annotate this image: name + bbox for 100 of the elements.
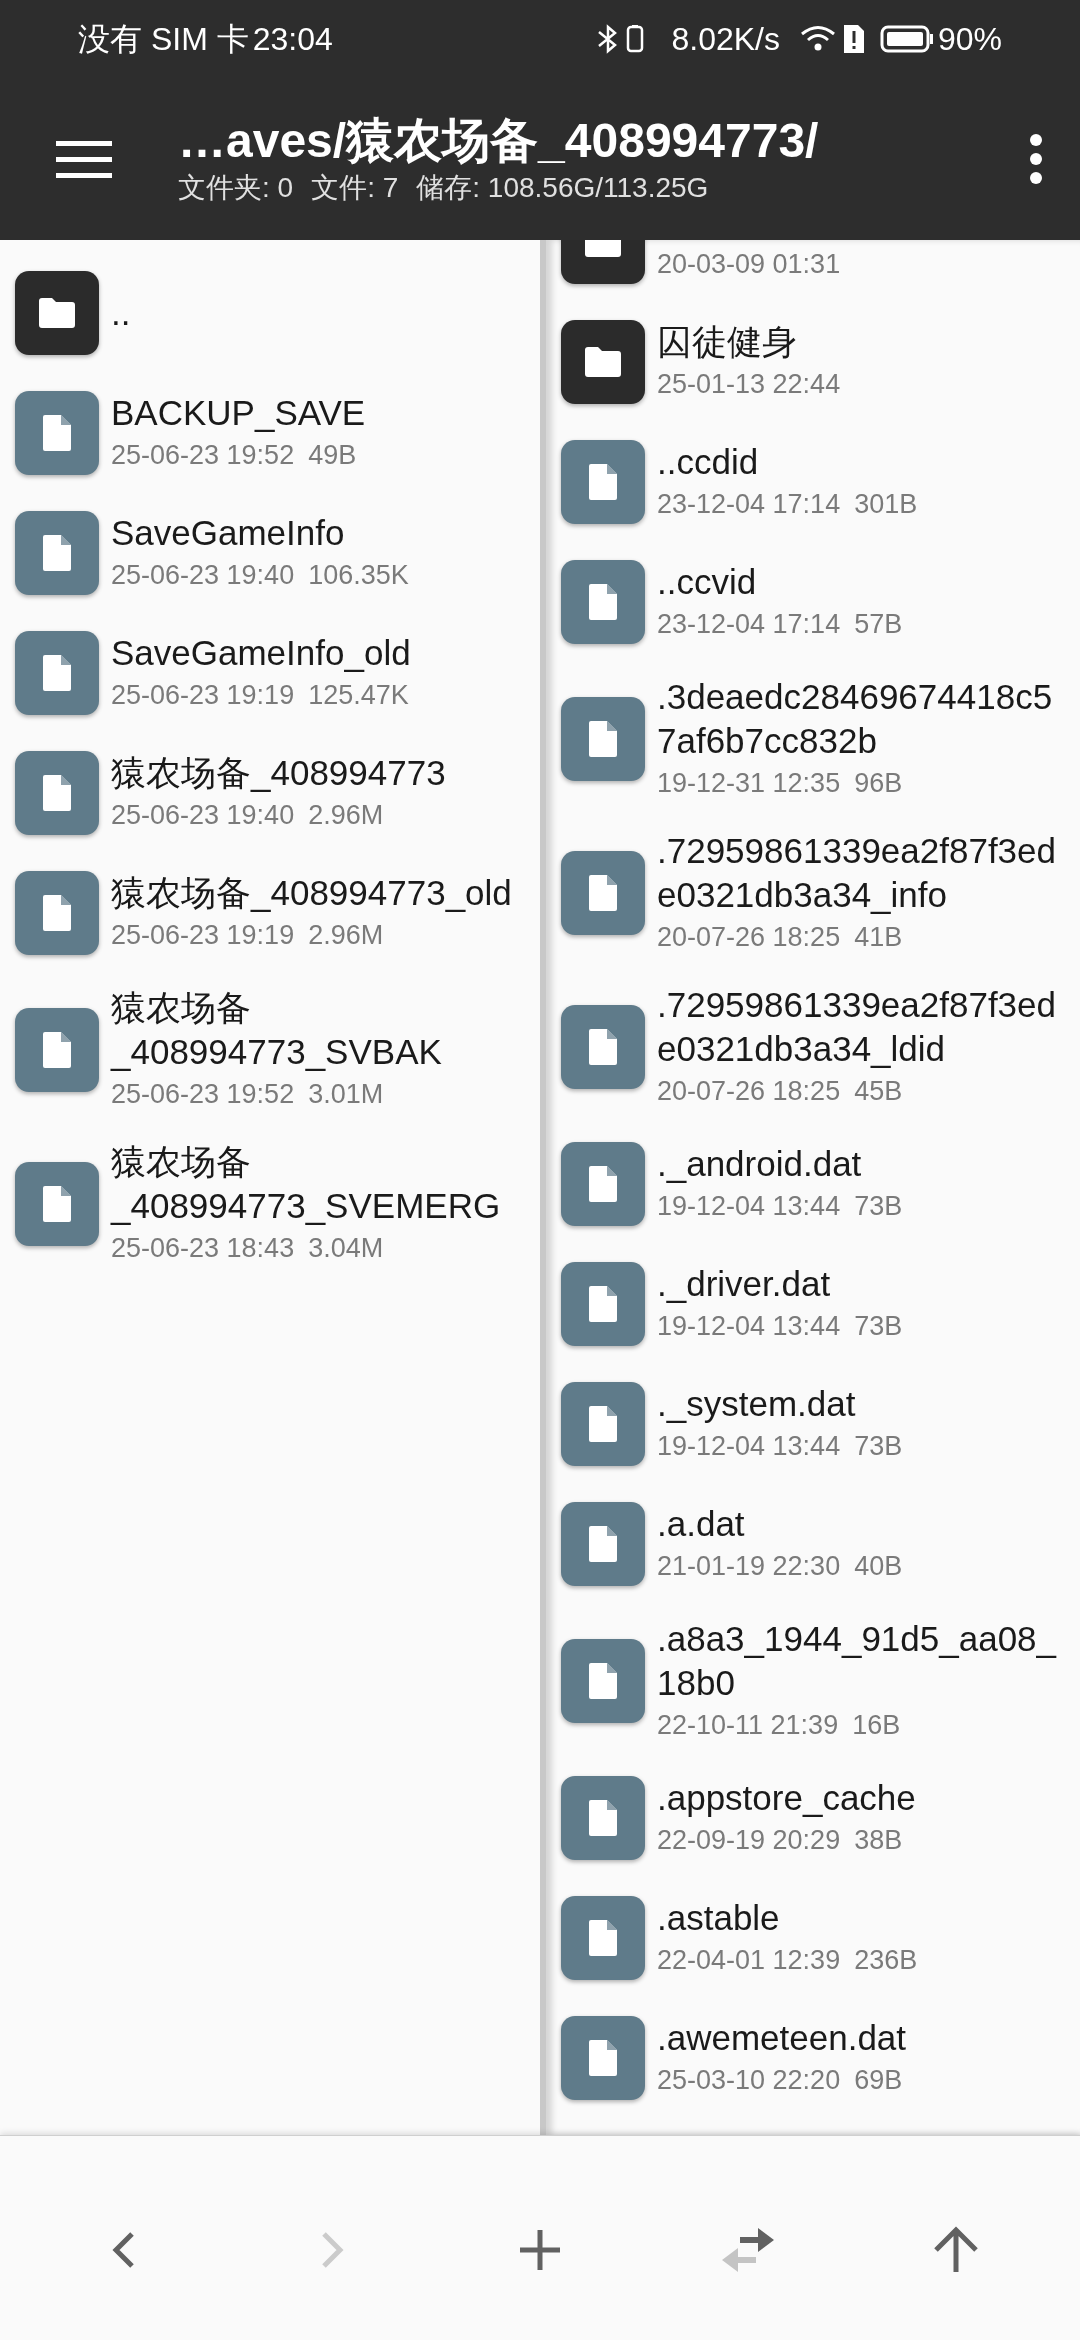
modified-date: 25-06-23 19:19 (111, 679, 295, 712)
file-icon[interactable] (561, 1502, 645, 1586)
file-icon[interactable] (561, 440, 645, 524)
modified-date: 25-06-23 18:43 (111, 1232, 295, 1265)
modified-date: 25-01-13 22:44 (657, 368, 841, 401)
file-name[interactable]: SaveGameInfo (111, 511, 525, 555)
more-icon (1029, 133, 1043, 185)
file-icon[interactable] (15, 631, 99, 715)
file-icon[interactable] (561, 1896, 645, 1980)
file-name[interactable]: BACKUP_SAVE (111, 391, 525, 435)
file-icon[interactable] (15, 511, 99, 595)
modified-date: 22-10-11 21:39 (657, 1709, 839, 1742)
sim-alert-icon (841, 23, 866, 55)
file-name[interactable]: ..ccdid (657, 440, 1065, 484)
modified-date: 20-07-26 18:25 (657, 1075, 841, 1108)
vibrate-icon (625, 23, 646, 55)
modified-date: 25-06-23 19:40 (111, 559, 295, 592)
modified-date: 23-12-04 17:14 (657, 488, 841, 521)
file-icon[interactable] (15, 751, 99, 835)
file-icon[interactable] (15, 871, 99, 955)
file-name[interactable]: .astable (657, 1896, 1065, 1940)
file-name[interactable]: ._android.dat (657, 1142, 1065, 1186)
file-size: 236B (854, 1944, 918, 1977)
battery-icon (879, 25, 934, 53)
file-name[interactable]: .a.dat (657, 1502, 1065, 1546)
folder-icon[interactable] (561, 320, 645, 404)
file-name[interactable]: .appstore_cache (657, 1776, 1065, 1820)
modified-date: 19-12-04 13:44 (657, 1190, 841, 1223)
folder-name[interactable]: .. (111, 291, 525, 335)
file-icon[interactable] (561, 1776, 645, 1860)
file-icon[interactable] (561, 2016, 645, 2100)
file-size: 73B (854, 1310, 903, 1343)
file-icon[interactable] (561, 1382, 645, 1466)
modified-date: 22-04-01 12:39 (657, 1944, 841, 1977)
modified-date: 19-12-04 13:44 (657, 1310, 841, 1343)
file-name[interactable]: 猿农场备_408994773_SVBAK (111, 986, 525, 1074)
file-name[interactable]: ..ccvid (657, 560, 1065, 604)
file-icon[interactable] (15, 1162, 99, 1246)
modified-date: 20-03-09 01:31 (657, 248, 841, 281)
file-size: 301B (854, 488, 918, 521)
file-name[interactable]: .awemeteen.dat (657, 2016, 1065, 2060)
file-size: 16B (852, 1709, 901, 1742)
folder-stat: 储存: 108.56G/113.25G (416, 171, 709, 205)
battery-percent: 90% (937, 20, 1002, 59)
file-size: 45B (854, 1075, 903, 1108)
file-size: 38B (854, 1824, 903, 1857)
file-size: 49B (308, 439, 357, 472)
plus-icon (518, 2228, 562, 2272)
file-name[interactable]: 猿农场备_408994773_old (111, 871, 525, 915)
folder-stat: 文件: 7 (311, 171, 399, 205)
modified-date: 21-01-19 22:30 (657, 1550, 841, 1583)
file-size: 57B (854, 608, 903, 641)
file-icon[interactable] (561, 851, 645, 935)
modified-date: 25-06-23 19:40 (111, 799, 295, 832)
menu-icon (56, 139, 112, 179)
folder-icon[interactable] (15, 271, 99, 355)
file-icon[interactable] (561, 1639, 645, 1723)
file-name[interactable]: 猿农场备_408994773_SVEMERG (111, 1140, 525, 1228)
file-name[interactable]: .a8a3_1944_91d5_aa08_18b0 (657, 1617, 1065, 1705)
file-name[interactable]: .3deaedc28469674418c57af6b7cc832b (657, 675, 1065, 763)
file-size: 96B (854, 767, 903, 800)
carrier-text: 没有 SIM 卡 (78, 20, 249, 59)
file-icon[interactable] (15, 391, 99, 475)
file-size: 41B (854, 921, 903, 954)
network-speed: 8.02K/s (671, 20, 780, 59)
modified-date: 25-03-10 22:20 (657, 2064, 841, 2097)
file-name[interactable]: 猿农场备_408994773 (111, 751, 525, 795)
folder-name[interactable]: 囚徒健身 (657, 320, 1065, 364)
folder-stat: 文件夹: 0 (178, 171, 294, 205)
arrow-up-icon (932, 2226, 980, 2274)
modified-date: 25-06-23 19:52 (111, 439, 295, 472)
file-size: 73B (854, 1430, 903, 1463)
file-size: 3.04M (308, 1232, 384, 1265)
modified-date: 22-09-19 20:29 (657, 1824, 841, 1857)
file-icon[interactable] (561, 1005, 645, 1089)
file-name[interactable]: ._system.dat (657, 1382, 1065, 1426)
file-name[interactable]: ._driver.dat (657, 1262, 1065, 1306)
modified-date: 19-12-31 12:35 (657, 767, 841, 800)
file-icon[interactable] (561, 1262, 645, 1346)
modified-date: 25-06-23 19:52 (111, 1078, 295, 1111)
clock: 23:04 (252, 20, 333, 59)
path-title: …aves/猿农场备_408994773/ (178, 113, 820, 169)
file-size: 69B (854, 2064, 903, 2097)
file-name[interactable]: .72959861339ea2f87f3ede0321db3a34_ldid (657, 983, 1065, 1071)
modified-date: 19-12-04 13:44 (657, 1430, 841, 1463)
file-icon[interactable] (15, 1008, 99, 1092)
file-icon[interactable] (561, 697, 645, 781)
modified-date: 20-07-26 18:25 (657, 921, 841, 954)
modified-date: 23-12-04 17:14 (657, 608, 841, 641)
file-size: 73B (854, 1190, 903, 1223)
file-icon[interactable] (561, 560, 645, 644)
file-size: 106.35K (308, 559, 409, 592)
file-icon[interactable] (561, 1142, 645, 1226)
file-size: 125.47K (308, 679, 409, 712)
file-size: 2.96M (308, 919, 384, 952)
file-name[interactable]: SaveGameInfo_old (111, 631, 525, 675)
file-size: 40B (854, 1550, 903, 1583)
file-size: 3.01M (308, 1078, 384, 1111)
file-size: 2.96M (308, 799, 384, 832)
file-name[interactable]: .72959861339ea2f87f3ede0321db3a34_info (657, 829, 1065, 917)
